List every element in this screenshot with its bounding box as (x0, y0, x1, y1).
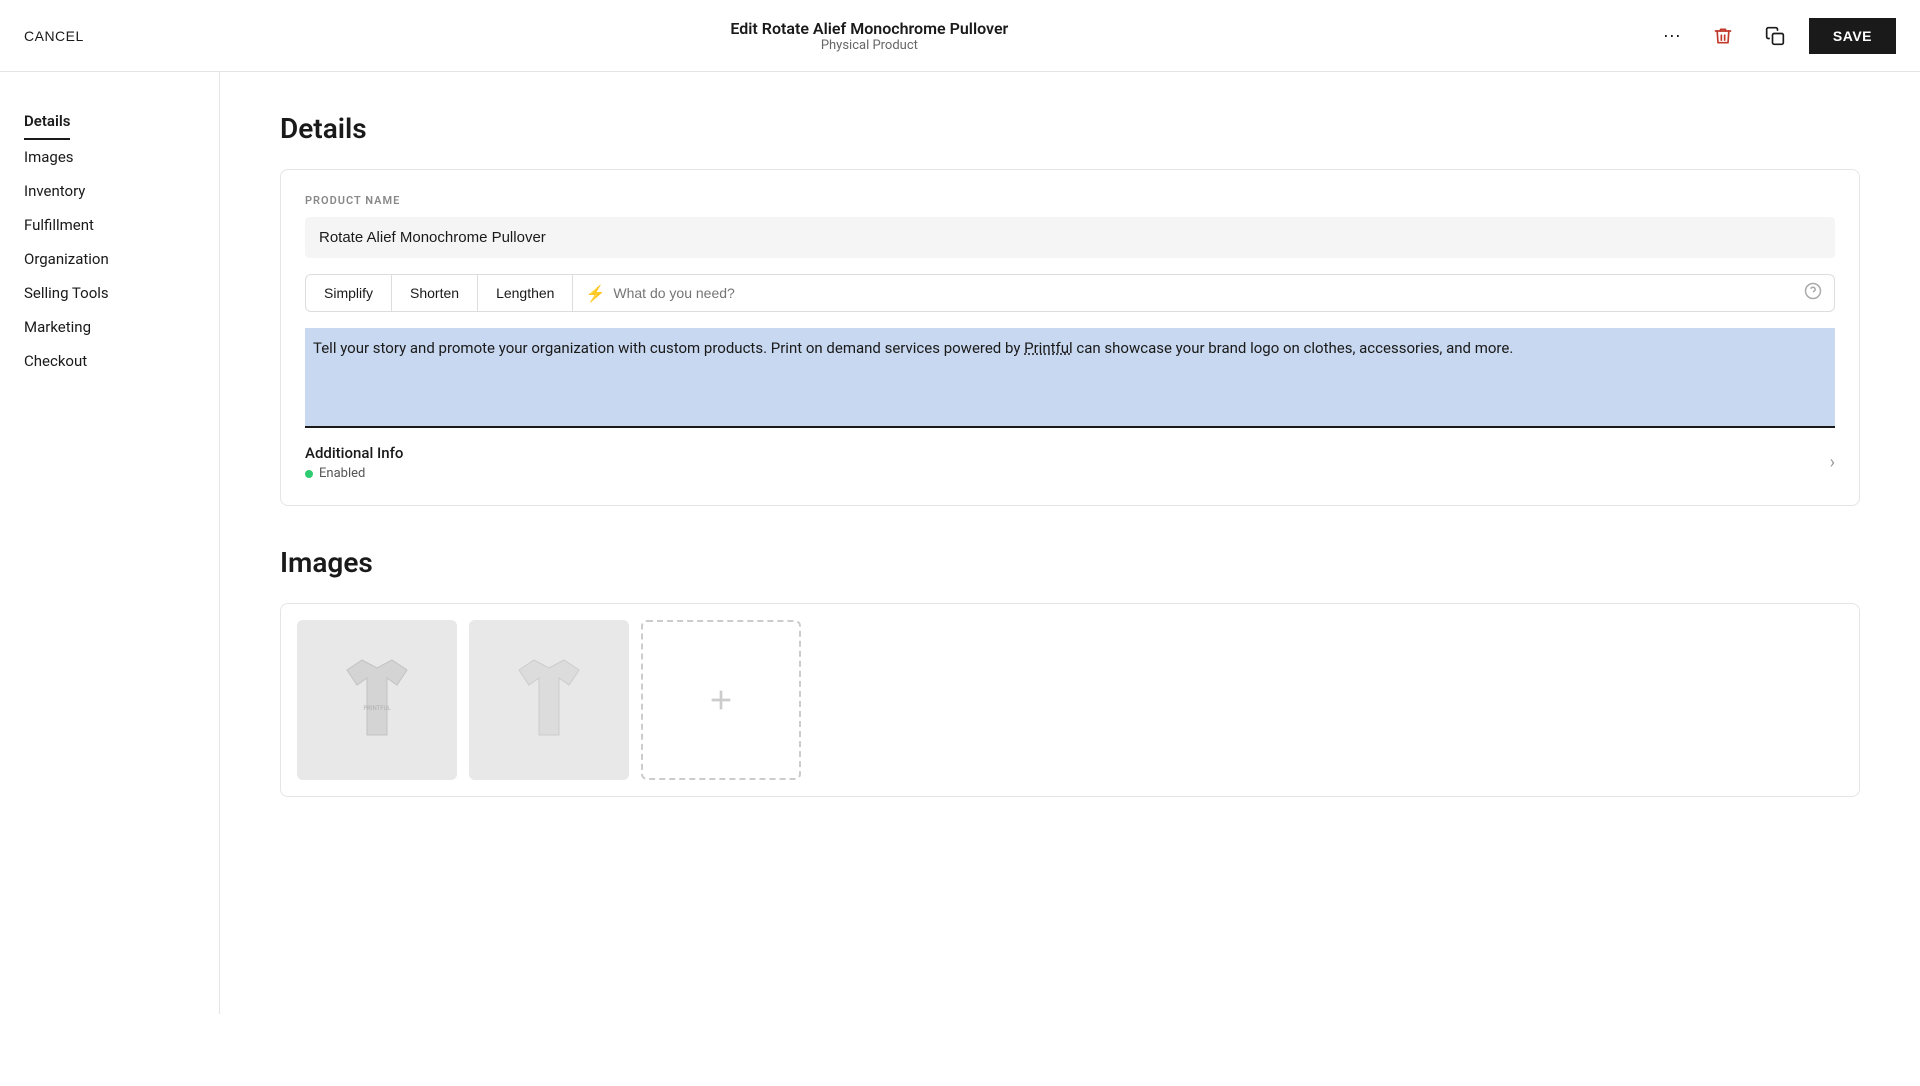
plus-icon (705, 684, 737, 716)
duplicate-icon (1765, 26, 1785, 46)
ai-search-area: ⚡ (573, 282, 1834, 304)
sidebar-item-fulfillment[interactable]: Fulfillment (24, 208, 195, 242)
sidebar-item-details[interactable]: Details (24, 104, 70, 140)
simplify-tab[interactable]: Simplify (306, 275, 392, 311)
sidebar-item-marketing[interactable]: Marketing (24, 310, 195, 344)
lightning-icon: ⚡ (585, 284, 605, 303)
page-title: Edit Rotate Alief Monochrome Pullover (730, 19, 1008, 38)
product-name-input[interactable] (305, 217, 1835, 258)
add-image-button[interactable] (641, 620, 801, 780)
cancel-button[interactable]: CANCEL (24, 28, 84, 44)
additional-info-left: Additional Info Enabled (305, 444, 403, 481)
shirt-image-1: PRINTFUL (327, 650, 427, 750)
ai-toolbar: Simplify Shorten Lengthen ⚡ (305, 274, 1835, 312)
shorten-tab[interactable]: Shorten (392, 275, 478, 311)
header-left: CANCEL (24, 28, 84, 44)
additional-info-row[interactable]: Additional Info Enabled › (305, 428, 1835, 481)
lengthen-tab[interactable]: Lengthen (478, 275, 573, 311)
shirt-image-2 (499, 650, 599, 750)
sidebar-item-inventory[interactable]: Inventory (24, 174, 195, 208)
additional-info-status-text: Enabled (319, 466, 365, 481)
description-field[interactable]: Tell your story and promote your organiz… (305, 328, 1835, 428)
enabled-dot (305, 470, 313, 478)
main-content: Details PRODUCT NAME Simplify Shorten Le… (220, 72, 1920, 1014)
sidebar: Details Images Inventory Fulfillment Org… (0, 72, 220, 1014)
sidebar-item-selling-tools[interactable]: Selling Tools (24, 276, 195, 310)
header-center: Edit Rotate Alief Monochrome Pullover Ph… (730, 19, 1008, 53)
details-card: PRODUCT NAME Simplify Shorten Lengthen ⚡ (280, 169, 1860, 506)
svg-text:PRINTFUL: PRINTFUL (363, 705, 391, 712)
chevron-right-icon: › (1830, 452, 1835, 473)
sidebar-item-images[interactable]: Images (24, 140, 195, 174)
images-card: PRINTFUL (280, 603, 1860, 797)
trash-icon (1713, 26, 1733, 46)
additional-info-status: Enabled (305, 466, 403, 481)
images-section-title: Images (280, 546, 1860, 579)
image-thumb-2[interactable] (469, 620, 629, 780)
images-grid: PRINTFUL (281, 604, 1859, 796)
details-section-title: Details (280, 112, 1860, 145)
duplicate-button[interactable] (1757, 22, 1793, 50)
help-icon[interactable] (1804, 282, 1822, 304)
delete-button[interactable] (1705, 22, 1741, 50)
more-icon: ··· (1663, 25, 1681, 46)
additional-info-title: Additional Info (305, 444, 403, 462)
image-thumb-1[interactable]: PRINTFUL (297, 620, 457, 780)
header: CANCEL Edit Rotate Alief Monochrome Pull… (0, 0, 1920, 72)
page-subtitle: Physical Product (730, 38, 1008, 53)
save-button[interactable]: SAVE (1809, 18, 1896, 54)
sidebar-item-organization[interactable]: Organization (24, 242, 195, 276)
sidebar-item-checkout[interactable]: Checkout (24, 344, 195, 378)
description-text: Tell your story and promote your organiz… (313, 339, 1513, 357)
product-name-label: PRODUCT NAME (305, 194, 1835, 207)
header-right: ··· SAVE (1655, 18, 1896, 54)
more-options-button[interactable]: ··· (1655, 21, 1689, 50)
layout: Details Images Inventory Fulfillment Org… (0, 72, 1920, 1014)
ai-search-input[interactable] (613, 285, 1796, 301)
